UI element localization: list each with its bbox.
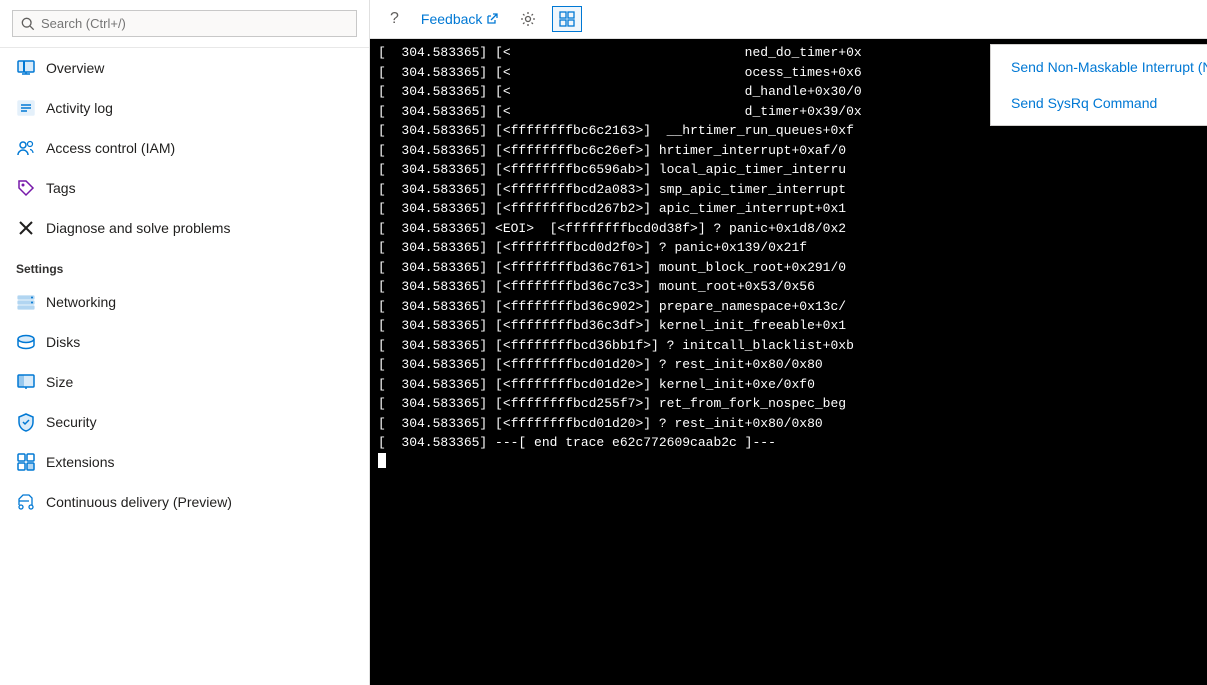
sidebar-item-size[interactable]: Size: [0, 362, 369, 402]
terminal-line: [ 304.583365] [<ffffffffbcd01d2e>] kerne…: [378, 375, 1199, 395]
sidebar-item-networking-label: Networking: [46, 294, 116, 310]
terminal-cursor: [378, 453, 386, 468]
sidebar-item-activity-log-label: Activity log: [46, 100, 113, 116]
sidebar-item-access-control-label: Access control (IAM): [46, 140, 175, 156]
terminal-line: [ 304.583365] [<ffffffffbcd2a083>] smp_a…: [378, 180, 1199, 200]
search-box: [0, 0, 369, 48]
terminal-line: [ 304.583365] [<ffffffffbcd267b2>] apic_…: [378, 199, 1199, 219]
terminal-line: [ 304.583365] [<ffffffffbd36c902>] prepa…: [378, 297, 1199, 317]
terminal-cursor-line: [378, 453, 1199, 468]
sidebar-item-tags-label: Tags: [46, 180, 76, 196]
sidebar: Overview Activity log Access control (IA…: [0, 0, 370, 685]
dropdown-menu: Send Non-Maskable Interrupt (NMI) Send S…: [990, 44, 1207, 126]
gear-icon: [520, 11, 536, 27]
dropdown-item-nmi[interactable]: Send Non-Maskable Interrupt (NMI): [991, 49, 1207, 85]
people-icon: [16, 138, 36, 158]
sidebar-item-size-label: Size: [46, 374, 73, 390]
terminal-line: [ 304.583365] [<ffffffffbd36c7c3>] mount…: [378, 277, 1199, 297]
terminal-output: [ 304.583365] [< ned_do_timer+0x[ 304.58…: [370, 39, 1207, 685]
sidebar-item-security[interactable]: Security: [0, 402, 369, 442]
external-link-icon: [486, 13, 498, 25]
sidebar-item-diagnose-label: Diagnose and solve problems: [46, 220, 230, 236]
grid-icon: [559, 11, 575, 27]
terminal-line: [ 304.583365] [<ffffffffbcd36bb1f>] ? in…: [378, 336, 1199, 356]
help-button[interactable]: ?: [384, 6, 405, 32]
terminal-line: [ 304.583365] [<ffffffffbcd01d20>] ? res…: [378, 414, 1199, 434]
sidebar-item-continuous-delivery-label: Continuous delivery (Preview): [46, 494, 232, 510]
settings-header: Settings: [0, 248, 369, 282]
sidebar-item-access-control[interactable]: Access control (IAM): [0, 128, 369, 168]
sidebar-item-security-label: Security: [46, 414, 97, 430]
search-wrapper[interactable]: [12, 10, 357, 37]
monitor-icon: [16, 58, 36, 78]
terminal-line: [ 304.583365] [<ffffffffbc6c26ef>] hrtim…: [378, 141, 1199, 161]
sidebar-item-overview-label: Overview: [46, 60, 104, 76]
list-icon: [16, 98, 36, 118]
main-content: ? Feedback Send Non-Maskable Interrupt (…: [370, 0, 1207, 685]
security-icon: [16, 412, 36, 432]
sidebar-item-networking[interactable]: Networking: [0, 282, 369, 322]
toolbar: ? Feedback: [370, 0, 1207, 39]
sidebar-item-extensions[interactable]: Extensions: [0, 442, 369, 482]
networking-icon: [16, 292, 36, 312]
search-input[interactable]: [41, 16, 348, 31]
sidebar-item-disks[interactable]: Disks: [0, 322, 369, 362]
grid-button[interactable]: [552, 6, 582, 32]
terminal-line: [ 304.583365] [<ffffffffbc6596ab>] local…: [378, 160, 1199, 180]
sidebar-item-disks-label: Disks: [46, 334, 80, 350]
settings-button[interactable]: [514, 7, 542, 31]
feedback-label: Feedback: [421, 11, 482, 27]
sidebar-item-tags[interactable]: Tags: [0, 168, 369, 208]
feedback-button[interactable]: Feedback: [415, 7, 504, 31]
dropdown-item-sysrq[interactable]: Send SysRq Command: [991, 85, 1207, 121]
sidebar-item-overview[interactable]: Overview: [0, 48, 369, 88]
terminal-line: [ 304.583365] [<ffffffffbcd255f7>] ret_f…: [378, 394, 1199, 414]
terminal-line: [ 304.583365] [<ffffffffbcd0d2f0>] ? pan…: [378, 238, 1199, 258]
delivery-icon: [16, 492, 36, 512]
terminal-line: [ 304.583365] [<ffffffffbcd01d20>] ? res…: [378, 355, 1199, 375]
disks-icon: [16, 332, 36, 352]
search-icon: [21, 17, 35, 31]
sidebar-item-continuous-delivery[interactable]: Continuous delivery (Preview): [0, 482, 369, 522]
sidebar-item-activity-log[interactable]: Activity log: [0, 88, 369, 128]
terminal-line: [ 304.583365] ---[ end trace e62c772609c…: [378, 433, 1199, 453]
terminal-line: [ 304.583365] [<ffffffffbd36c3df>] kerne…: [378, 316, 1199, 336]
sidebar-item-extensions-label: Extensions: [46, 454, 114, 470]
x-icon: [16, 218, 36, 238]
terminal-line: [ 304.583365] [<ffffffffbd36c761>] mount…: [378, 258, 1199, 278]
tag-icon: [16, 178, 36, 198]
sidebar-item-diagnose[interactable]: Diagnose and solve problems: [0, 208, 369, 248]
extensions-icon: [16, 452, 36, 472]
size-icon: [16, 372, 36, 392]
terminal-line: [ 304.583365] <EOI> [<ffffffffbcd0d38f>]…: [378, 219, 1199, 239]
